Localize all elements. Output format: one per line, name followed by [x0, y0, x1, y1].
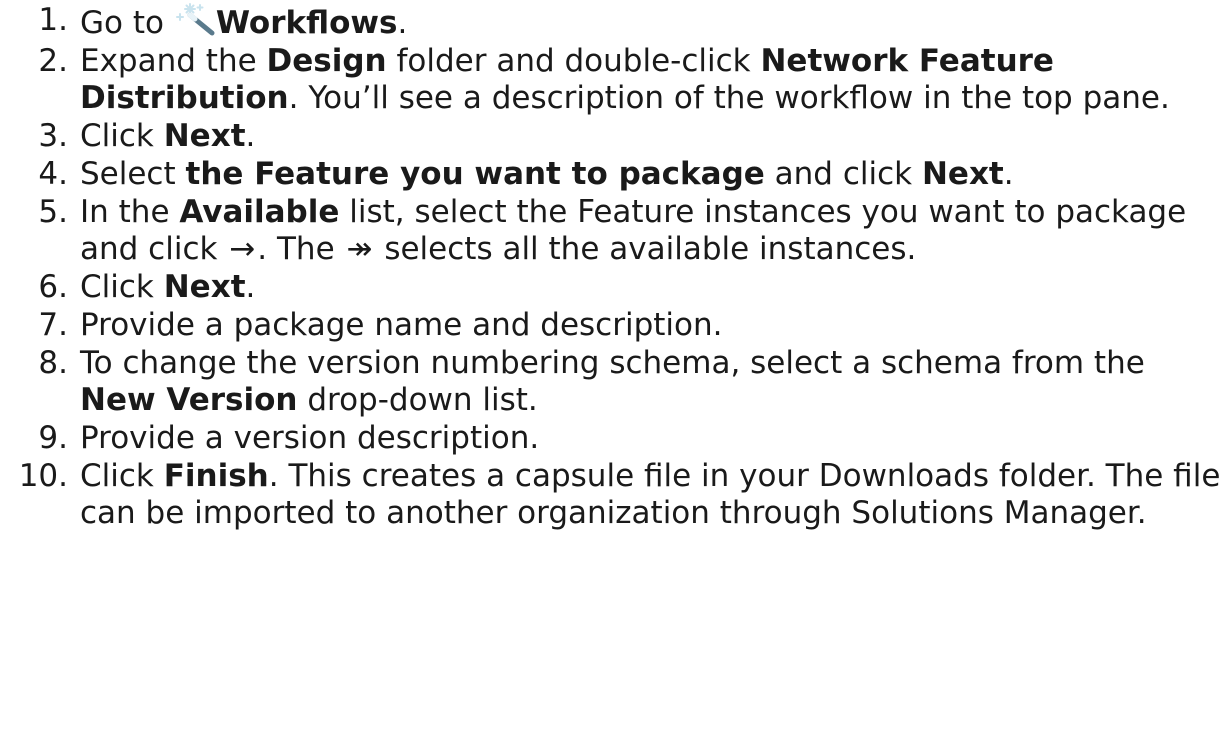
step-text: Expand the	[80, 43, 267, 79]
step-ui-term: Design	[266, 43, 387, 79]
step-number: 7.	[38, 307, 68, 343]
step-ui-term: Next	[163, 269, 246, 305]
step-item: 3. Click Next.	[0, 118, 1230, 155]
step-number: 4.	[38, 156, 68, 192]
step-text: Click	[80, 458, 164, 494]
step-text: Select	[80, 156, 186, 192]
step-text: and click	[764, 156, 922, 192]
step-number: 3.	[38, 118, 68, 154]
step-number: 8.	[38, 345, 68, 381]
step-ui-term: Next	[163, 118, 246, 154]
step-text: .	[1003, 156, 1014, 192]
step-text: Provide a package name and description.	[80, 307, 723, 343]
step-number: 6.	[38, 269, 68, 305]
step-text: Go to	[80, 5, 174, 41]
step-number: 10.	[18, 458, 68, 494]
step-ui-term: the Feature you want to package	[185, 156, 765, 192]
step-ui-term: Next	[921, 156, 1004, 192]
step-item: 2. Expand the Design folder and double-cl…	[0, 43, 1230, 117]
step-ui-term: Available	[179, 194, 340, 230]
step-text: selects all the available instances.	[374, 231, 917, 267]
step-text: drop-down list.	[297, 382, 538, 418]
step-item: 4. Select the Feature you want to package…	[0, 156, 1230, 193]
right-arrow-icon: →	[229, 231, 256, 267]
step-ui-term: Finish	[163, 458, 269, 494]
step-number: 5.	[38, 194, 68, 230]
step-number: 9.	[38, 420, 68, 456]
step-ui-term: New Version	[80, 382, 298, 418]
step-item: 10. Click Finish. This creates a capsule …	[0, 458, 1230, 532]
step-item: 6. Click Next.	[0, 269, 1230, 306]
step-ui-term: Workflows	[215, 5, 398, 41]
step-text: Click	[80, 269, 164, 305]
step-text: Click	[80, 118, 164, 154]
step-text: Provide a version description.	[80, 420, 540, 456]
step-text: . The	[257, 231, 345, 267]
step-text: .	[245, 269, 256, 305]
step-item: 1. Go to Workflows.	[0, 2, 1230, 42]
step-text: To change the version numbering schema, …	[80, 345, 1145, 381]
magic-wand-icon	[176, 2, 216, 36]
instruction-steps-list: 1. Go to Workflows. 2. Expand the Design fo…	[0, 2, 1230, 533]
step-text: .	[397, 5, 408, 41]
step-text: . You’ll see a description of the workfl…	[288, 80, 1170, 116]
double-right-arrow-icon: ↠	[346, 231, 373, 267]
step-text: folder and double-click	[386, 43, 761, 79]
step-item: 7. Provide a package name and description…	[0, 307, 1230, 344]
step-item: 5. In the Available list, select the Feat…	[0, 194, 1230, 268]
step-text: .	[245, 118, 256, 154]
step-number: 1.	[38, 2, 68, 38]
step-item: 9. Provide a version description.	[0, 420, 1230, 457]
step-number: 2.	[38, 43, 68, 79]
step-text: In the	[80, 194, 180, 230]
step-item: 8. To change the version numbering schema…	[0, 345, 1230, 419]
